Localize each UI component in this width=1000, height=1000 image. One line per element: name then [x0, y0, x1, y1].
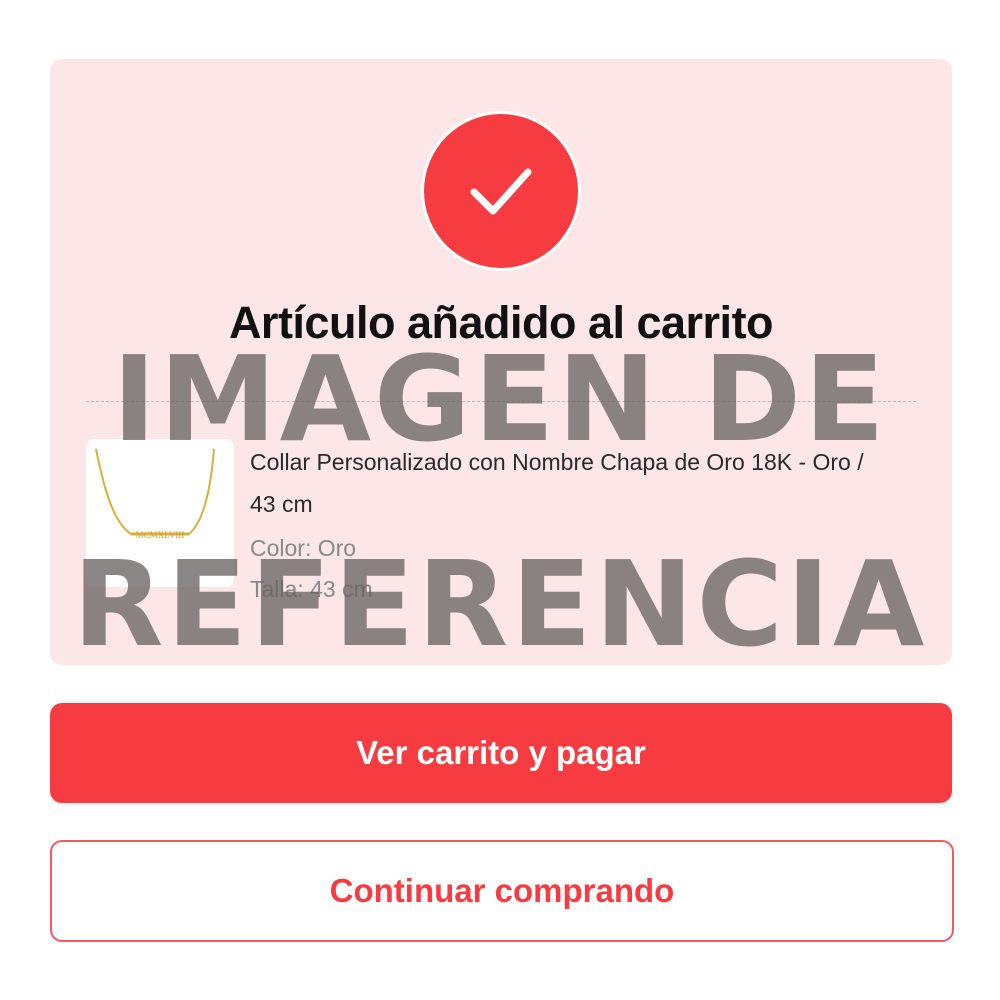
checkout-button[interactable]: Ver carrito y pagar	[50, 703, 952, 803]
success-badge	[424, 114, 578, 268]
product-size: Talla: 43 cm	[250, 576, 373, 602]
continue-shopping-button[interactable]: Continuar comprando	[50, 840, 954, 942]
product-thumbnail: MCMXLVIII	[86, 439, 234, 587]
checkmark-icon	[470, 168, 532, 215]
add-to-cart-dialog: Artículo añadido al carrito MCMXLVIII Co…	[0, 0, 1000, 1000]
product-color: Color: Oro	[250, 535, 357, 561]
necklace-image: MCMXLVIII	[95, 448, 215, 540]
confirmation-card: Artículo añadido al carrito MCMXLVIII Co…	[50, 59, 952, 665]
dialog-title: Artículo añadido al carrito	[228, 297, 774, 348]
product-name: Collar Personalizado con Nombre Chapa de…	[250, 449, 864, 517]
divider	[86, 401, 916, 402]
necklace-engraving: MCMXLVIII	[136, 530, 185, 540]
